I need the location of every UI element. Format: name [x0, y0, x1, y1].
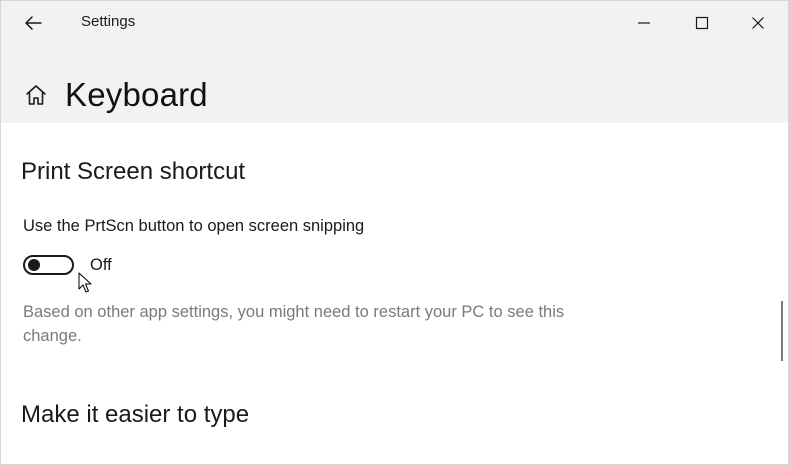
close-button[interactable]: [735, 1, 781, 45]
prtscn-toggle-row: Off: [23, 251, 112, 279]
vertical-scrollbar[interactable]: [781, 301, 783, 361]
restart-hint-text: Based on other app settings, you might n…: [23, 303, 565, 345]
home-icon[interactable]: [23, 82, 49, 108]
back-button[interactable]: [17, 7, 49, 39]
page-title: Keyboard: [65, 76, 208, 113]
title-bar: Settings: [1, 1, 788, 45]
minimize-button[interactable]: [621, 1, 667, 45]
page-header: Keyboard: [23, 73, 208, 117]
header-area: Settings Keyboard: [1, 1, 788, 123]
window-title: Settings: [81, 13, 136, 30]
settings-window: Settings Keyboard Print Screen shortcut …: [0, 0, 789, 465]
back-arrow-icon: [25, 16, 42, 30]
maximize-button[interactable]: [679, 1, 725, 45]
print-screen-section-title: Print Screen shortcut: [21, 158, 246, 185]
type-easier-section-title: Make it easier to type: [21, 401, 250, 428]
toggle-state-label: Off: [90, 255, 112, 274]
prtscn-toggle-switch[interactable]: [23, 255, 74, 275]
mouse-pointer-icon: [78, 272, 92, 293]
close-icon: [752, 17, 764, 29]
prtscn-setting-label: Use the PrtScn button to open screen sni…: [23, 217, 365, 235]
maximize-icon: [695, 16, 709, 30]
toggle-knob: [28, 259, 40, 271]
minimize-icon: [638, 22, 650, 24]
